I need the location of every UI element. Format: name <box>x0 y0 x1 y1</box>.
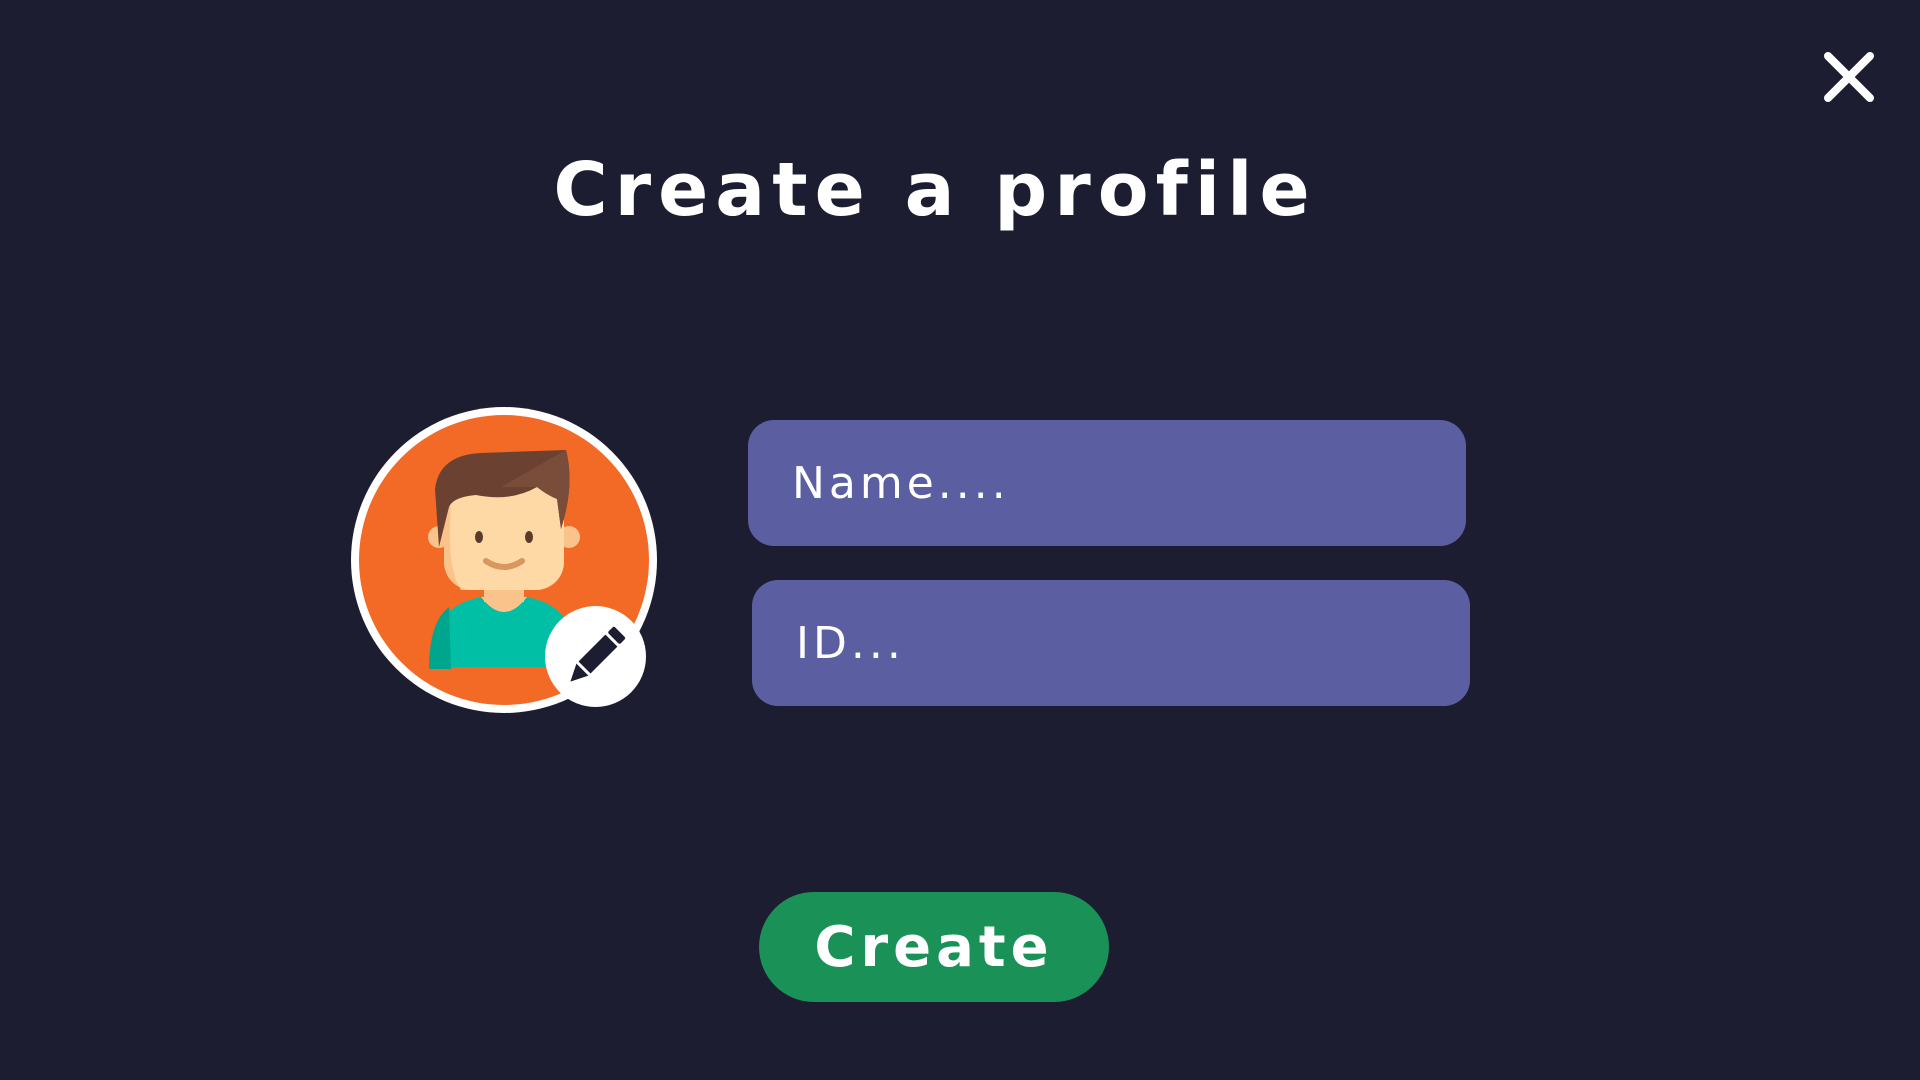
edit-avatar-button[interactable] <box>545 606 646 707</box>
create-button[interactable]: Create <box>759 892 1109 1002</box>
id-input[interactable]: ID... <box>752 580 1470 706</box>
id-placeholder: ID... <box>796 617 905 669</box>
close-icon <box>1824 52 1874 102</box>
close-button[interactable] <box>1822 50 1876 104</box>
name-input[interactable]: Name.... <box>748 420 1466 546</box>
pencil-icon <box>570 626 626 682</box>
name-placeholder: Name.... <box>792 457 1010 509</box>
page-title: Create a profile <box>553 147 1317 233</box>
